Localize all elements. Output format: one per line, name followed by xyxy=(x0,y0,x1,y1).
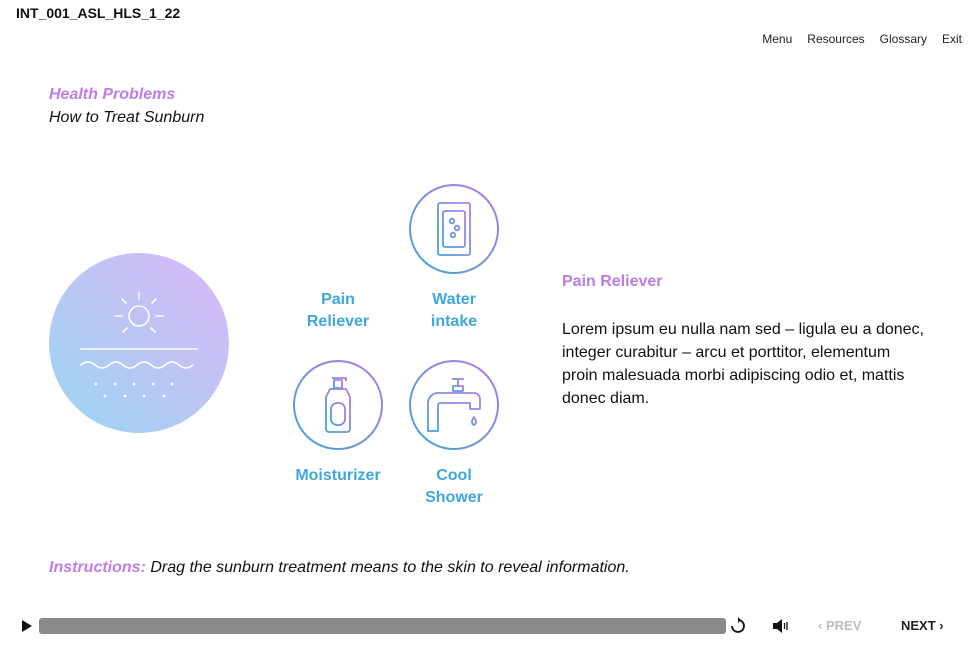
instructions: Instructions: Drag the sunburn treatment… xyxy=(49,559,630,577)
slide-title: Health Problems xyxy=(49,86,176,103)
prev-label: PREV xyxy=(825,618,862,633)
exit-link[interactable]: Exit xyxy=(942,32,962,46)
next-button[interactable]: NEXT › xyxy=(901,618,944,633)
volume-icon[interactable] xyxy=(772,618,790,634)
pain-reliever-label[interactable]: Pain Reliever xyxy=(273,289,403,333)
moisturizer-label[interactable]: Moisturizer xyxy=(273,465,403,487)
play-icon[interactable] xyxy=(18,618,34,634)
info-heading: Pain Reliever xyxy=(562,273,663,290)
water-intake-label[interactable]: Water intake xyxy=(389,289,519,333)
skin-drop-target[interactable] xyxy=(49,253,229,433)
chevron-left-icon: ‹ xyxy=(818,618,823,633)
prev-button[interactable]: ‹ PREV xyxy=(818,618,861,633)
player-bar: ‹ PREV NEXT › xyxy=(0,608,978,644)
top-nav: Menu Resources Glossary Exit xyxy=(762,32,962,46)
lotion-bottle-icon[interactable] xyxy=(292,359,384,451)
instructions-text: Drag the sunburn treatment means to the … xyxy=(150,559,630,576)
next-label: NEXT xyxy=(901,618,936,633)
slide-subtitle: How to Treat Sunburn xyxy=(49,109,205,126)
chevron-right-icon: › xyxy=(939,618,944,633)
replay-icon[interactable] xyxy=(729,617,747,635)
faucet-icon[interactable] xyxy=(408,359,500,451)
info-body: Lorem ipsum eu nulla nam sed – ligula eu… xyxy=(562,321,924,407)
course-id: INT_001_ASL_HLS_1_22 xyxy=(16,5,181,21)
resources-link[interactable]: Resources xyxy=(807,32,864,46)
water-glass-icon[interactable] xyxy=(408,183,500,275)
instructions-lead: Instructions: xyxy=(49,559,146,576)
progress-bar[interactable] xyxy=(39,618,726,634)
glossary-link[interactable]: Glossary xyxy=(880,32,927,46)
menu-link[interactable]: Menu xyxy=(762,32,792,46)
cool-shower-label[interactable]: Cool Shower xyxy=(389,465,519,509)
